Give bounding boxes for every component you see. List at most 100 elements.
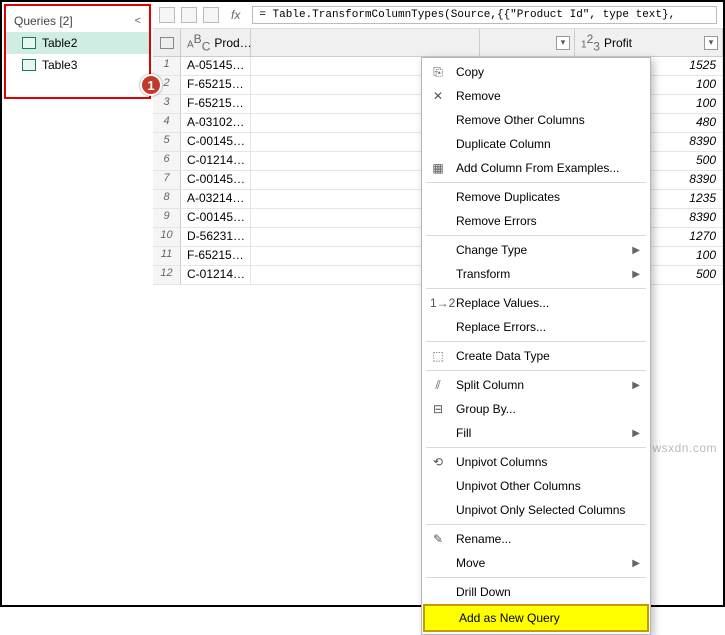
fx-icon[interactable]: fx (225, 8, 246, 22)
table-icon (22, 59, 36, 71)
row-number[interactable]: 12 (153, 266, 181, 284)
cell-product-id[interactable]: F-65215… (181, 95, 251, 113)
cell-product-id[interactable]: D-56231… (181, 228, 251, 246)
row-number[interactable]: 7 (153, 171, 181, 189)
menu-add-as-new-query[interactable]: Add as New Query (423, 604, 649, 632)
menu-remove-duplicates[interactable]: Remove Duplicates (422, 185, 650, 209)
cell-product-id[interactable]: A-05145… (181, 57, 251, 75)
submenu-arrow-icon: ▶ (632, 380, 640, 391)
menu-transform[interactable]: Transform▶ (422, 262, 650, 286)
row-number[interactable]: 10 (153, 228, 181, 246)
column-header-hidden[interactable] (251, 29, 480, 56)
menu-label: Split Column (456, 378, 524, 392)
select-all-cell[interactable] (153, 29, 181, 56)
menu-label: Transform (456, 267, 510, 281)
filter-dropdown-icon[interactable]: ▾ (556, 36, 570, 50)
queries-header: Queries [2] < (6, 10, 149, 32)
menu-label: Unpivot Columns (456, 455, 547, 469)
menu-label: Replace Errors... (456, 320, 546, 334)
row-number[interactable]: 8 (153, 190, 181, 208)
cell-product-id[interactable]: C-00145… (181, 171, 251, 189)
menu-label: Add as New Query (459, 611, 560, 625)
replace-icon: 1→2 (430, 296, 446, 310)
group-icon: ⊟ (430, 402, 446, 416)
menu-move[interactable]: Move▶ (422, 551, 650, 575)
menu-label: Replace Values... (456, 296, 549, 310)
query-item-table2[interactable]: Table2 (6, 32, 149, 54)
menu-separator (426, 524, 646, 525)
confirm-icon[interactable] (203, 7, 219, 23)
cell-product-id[interactable]: C-01214… (181, 152, 251, 170)
cell-product-id[interactable]: C-00145… (181, 209, 251, 227)
menu-remove-other-columns[interactable]: Remove Other Columns (422, 108, 650, 132)
queries-panel: Queries [2] < Table2 Table3 (4, 4, 151, 99)
menu-label: Unpivot Only Selected Columns (456, 503, 625, 517)
row-number[interactable]: 1 (153, 57, 181, 75)
formula-input[interactable]: = Table.TransformColumnTypes(Source,{{"P… (252, 6, 717, 24)
menu-label: Move (456, 556, 485, 570)
column-header-value[interactable]: ▾ (480, 29, 575, 56)
menu-add-column-examples[interactable]: ▦Add Column From Examples... (422, 156, 650, 180)
editor-area: fx = Table.TransformColumnTypes(Source,{… (153, 2, 723, 605)
menu-duplicate-column[interactable]: Duplicate Column (422, 132, 650, 156)
copy-icon: ⎘ (430, 65, 446, 80)
row-number[interactable]: 6 (153, 152, 181, 170)
cell-product-id[interactable]: F-65215… (181, 247, 251, 265)
cell-product-id[interactable]: C-01214… (181, 266, 251, 284)
menu-change-type[interactable]: Change Type▶ (422, 238, 650, 262)
table-icon (160, 37, 174, 49)
menu-unpivot-columns[interactable]: ⟲ Unpivot Columns (422, 450, 650, 474)
row-number[interactable]: 5 (153, 133, 181, 151)
collapse-icon[interactable]: < (135, 15, 141, 27)
unpivot-icon: ⟲ (430, 455, 446, 469)
menu-separator (426, 577, 646, 578)
remove-icon: ✕ (430, 89, 446, 103)
callout-badge-1: 1 (140, 74, 162, 96)
submenu-arrow-icon: ▶ (632, 245, 640, 256)
row-number[interactable]: 9 (153, 209, 181, 227)
menu-separator (426, 288, 646, 289)
number-type-icon: 123 (581, 32, 600, 53)
menu-create-data-type[interactable]: ⬚ Create Data Type (422, 344, 650, 368)
grid-header-row: ABC Prod… ▾ 123 Profit ▾ (153, 29, 723, 57)
cell-product-id[interactable]: A-03214… (181, 190, 251, 208)
query-item-table3[interactable]: Table3 (6, 54, 149, 76)
watermark: wsxdn.com (652, 441, 717, 455)
row-number[interactable]: 3 (153, 95, 181, 113)
menu-label: Remove Errors (456, 214, 537, 228)
menu-label: Drill Down (456, 585, 511, 599)
menu-remove-errors[interactable]: Remove Errors (422, 209, 650, 233)
column-label: Profit (604, 36, 632, 50)
column-label: Prod… (214, 36, 251, 50)
menu-rename[interactable]: ✎Rename... (422, 527, 650, 551)
menu-unpivot-other-columns[interactable]: Unpivot Other Columns (422, 474, 650, 498)
menu-fill[interactable]: Fill▶ (422, 421, 650, 445)
row-number[interactable]: 4 (153, 114, 181, 132)
menu-drill-down[interactable]: Drill Down (422, 580, 650, 604)
queries-title: Queries [2] (14, 14, 73, 28)
filter-dropdown-icon[interactable]: ▾ (704, 36, 718, 50)
menu-split-column[interactable]: ⫽Split Column▶ (422, 373, 650, 397)
menu-label: Remove Other Columns (456, 113, 585, 127)
cancel-icon[interactable] (181, 7, 197, 23)
menu-separator (426, 182, 646, 183)
column-header-profit[interactable]: 123 Profit ▾ (575, 29, 723, 56)
menu-label: Duplicate Column (456, 137, 551, 151)
menu-label: Fill (456, 426, 471, 440)
menu-replace-errors[interactable]: Replace Errors... (422, 315, 650, 339)
menu-replace-values[interactable]: 1→2 Replace Values... (422, 291, 650, 315)
menu-label: Create Data Type (456, 349, 550, 363)
menu-unpivot-selected-columns[interactable]: Unpivot Only Selected Columns (422, 498, 650, 522)
dropdown-icon[interactable] (159, 7, 175, 23)
menu-label: Remove Duplicates (456, 190, 560, 204)
datatype-icon: ⬚ (430, 349, 446, 363)
cell-product-id[interactable]: F-65215… (181, 76, 251, 94)
menu-copy[interactable]: ⎘Copy (422, 60, 650, 84)
menu-group-by[interactable]: ⊟Group By... (422, 397, 650, 421)
menu-label: Add Column From Examples... (456, 161, 619, 175)
cell-product-id[interactable]: C-00145… (181, 133, 251, 151)
cell-product-id[interactable]: A-03102… (181, 114, 251, 132)
column-header-product-id[interactable]: ABC Prod… (181, 29, 251, 56)
menu-remove[interactable]: ✕Remove (422, 84, 650, 108)
row-number[interactable]: 11 (153, 247, 181, 265)
